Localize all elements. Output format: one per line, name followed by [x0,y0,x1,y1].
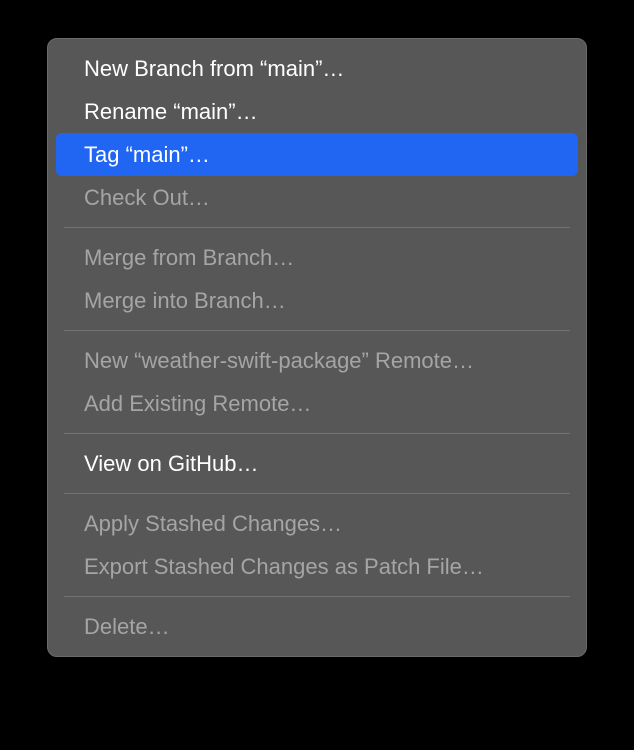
context-menu: New Branch from “main”… Rename “main”… T… [47,38,587,657]
menu-separator [64,493,570,494]
menu-separator [64,227,570,228]
menu-item-view-github[interactable]: View on GitHub… [56,442,578,485]
menu-item-new-remote[interactable]: New “weather-swift-package” Remote… [56,339,578,382]
menu-item-merge-from[interactable]: Merge from Branch… [56,236,578,279]
menu-item-apply-stash[interactable]: Apply Stashed Changes… [56,502,578,545]
menu-item-new-branch[interactable]: New Branch from “main”… [56,47,578,90]
menu-item-rename[interactable]: Rename “main”… [56,90,578,133]
menu-item-export-stash[interactable]: Export Stashed Changes as Patch File… [56,545,578,588]
menu-item-delete[interactable]: Delete… [56,605,578,648]
menu-item-tag[interactable]: Tag “main”… [56,133,578,176]
menu-separator [64,433,570,434]
menu-item-merge-into[interactable]: Merge into Branch… [56,279,578,322]
menu-item-checkout[interactable]: Check Out… [56,176,578,219]
menu-item-add-remote[interactable]: Add Existing Remote… [56,382,578,425]
menu-separator [64,596,570,597]
menu-separator [64,330,570,331]
